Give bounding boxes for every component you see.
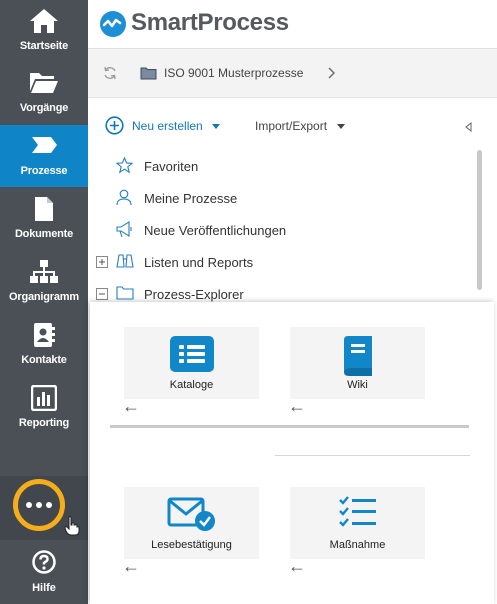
help-label: Hilfe: [32, 582, 56, 594]
refresh-icon[interactable]: [103, 66, 117, 80]
logo-icon: [100, 11, 126, 37]
star-icon: [116, 157, 133, 174]
tile-label: Lesebestätigung: [151, 539, 232, 551]
sidebar-item-label: Prozesse: [20, 165, 68, 177]
caret-down-icon[interactable]: [211, 123, 221, 130]
mail-check-icon: [167, 497, 215, 531]
expand-icon[interactable]: [96, 256, 108, 268]
sidebar-item-label: Kontakte: [21, 354, 67, 366]
sidebar-item-organigramm[interactable]: Organigramm: [0, 251, 88, 313]
sidebar-item-label: Dokumente: [14, 228, 74, 240]
sidebar-item-reporting[interactable]: Reporting: [0, 377, 88, 439]
app-name: SmartProcess: [131, 9, 289, 36]
more-dots-icon: [26, 502, 52, 508]
sidebar-item-label: Vorgänge: [19, 102, 69, 114]
sidebar-item-label: Reporting: [18, 417, 70, 429]
sidebar-item-label: Organigramm: [9, 291, 79, 303]
chevron-right-icon[interactable]: [327, 67, 335, 79]
tree-item-favoriten[interactable]: Favoriten: [88, 150, 468, 182]
folder-icon: [140, 67, 157, 80]
tree-item-listen-und-reports[interactable]: Listen und Reports: [88, 246, 468, 278]
tile-wiki[interactable]: Wiki: [290, 327, 425, 399]
sidebar-item-prozesse[interactable]: Prozesse: [0, 125, 88, 187]
add-circle-icon[interactable]: [105, 116, 124, 135]
scrollbar-thumb[interactable]: [477, 150, 482, 290]
sidebar-item-vorgaenge[interactable]: Vorgänge: [0, 62, 88, 124]
caret-down-icon[interactable]: [336, 123, 346, 130]
sidebar: Startseite Vorgänge Prozesse Dokumente O…: [0, 0, 88, 604]
document-icon: [0, 196, 88, 222]
megaphone-icon: [116, 221, 132, 238]
navigation-tree: Favoriten Meine Prozesse Neue Veröffentl…: [88, 150, 488, 302]
home-icon: [0, 8, 88, 34]
divider: [275, 455, 470, 456]
breadcrumb: ISO 9001 Musterprozesse: [88, 49, 497, 98]
tree-item-neue-veroeffentlichungen[interactable]: Neue Veröffentlichungen: [88, 214, 468, 246]
contact-card-icon: [0, 322, 88, 348]
more-button[interactable]: [0, 476, 88, 540]
tree-item-label: Listen und Reports: [144, 255, 254, 270]
tree-item-label: Meine Prozesse: [144, 191, 238, 206]
tile-label: Wiki: [347, 379, 368, 391]
list-icon: [169, 336, 214, 372]
sidebar-item-label: Startseite: [19, 40, 69, 52]
scrollbar[interactable]: [475, 150, 483, 292]
checklist-icon: [338, 496, 376, 527]
tile-label: Maßnahme: [329, 539, 386, 551]
breadcrumb-item[interactable]: ISO 9001 Musterprozesse: [164, 66, 303, 80]
tree-item-label: Neue Veröffentlichungen: [144, 223, 287, 238]
back-arrow-button[interactable]: ←: [122, 396, 140, 417]
divider: [110, 425, 469, 428]
collapse-panel-icon[interactable]: [465, 122, 472, 132]
book-icon: [343, 336, 372, 376]
org-chart-icon: [0, 259, 88, 285]
tree-item-label: Favoriten: [144, 159, 199, 174]
import-export-button[interactable]: Import/Export: [255, 119, 327, 133]
user-icon: [116, 189, 132, 206]
collapse-icon[interactable]: [96, 288, 108, 300]
help-circle-icon: [32, 550, 56, 574]
app-header: SmartProcess: [88, 0, 497, 49]
hand-cursor-icon: [64, 516, 80, 536]
sidebar-item-hilfe[interactable]: Hilfe: [0, 546, 88, 604]
folder-open-icon: [0, 70, 88, 96]
tree-item-label: Prozess-Explorer: [144, 287, 244, 302]
folder-icon: [116, 286, 134, 300]
sidebar-item-startseite[interactable]: Startseite: [0, 0, 88, 62]
new-button[interactable]: Neu erstellen: [132, 119, 203, 133]
bar-chart-icon: [0, 385, 88, 411]
back-arrow-button[interactable]: ←: [122, 556, 140, 577]
highlight-ring: [13, 479, 65, 531]
binoculars-icon: [116, 254, 134, 268]
toolbar: Neu erstellen Import/Export: [88, 98, 497, 150]
back-arrow-button[interactable]: ←: [288, 556, 306, 577]
process-chevron-icon: [0, 133, 88, 159]
sidebar-item-kontakte[interactable]: Kontakte: [0, 314, 88, 376]
sidebar-item-dokumente[interactable]: Dokumente: [0, 188, 88, 250]
tile-kataloge[interactable]: Kataloge: [124, 327, 259, 399]
more-menu-popup: Kataloge Wiki ← ← Lesebestätigung Maßnah…: [90, 302, 494, 604]
tile-label: Kataloge: [169, 379, 214, 391]
tile-massnahme[interactable]: Maßnahme: [290, 487, 425, 559]
back-arrow-button[interactable]: ←: [288, 396, 306, 417]
tile-lesebestaetigung[interactable]: Lesebestätigung: [124, 487, 259, 559]
tree-item-meine-prozesse[interactable]: Meine Prozesse: [88, 182, 468, 214]
